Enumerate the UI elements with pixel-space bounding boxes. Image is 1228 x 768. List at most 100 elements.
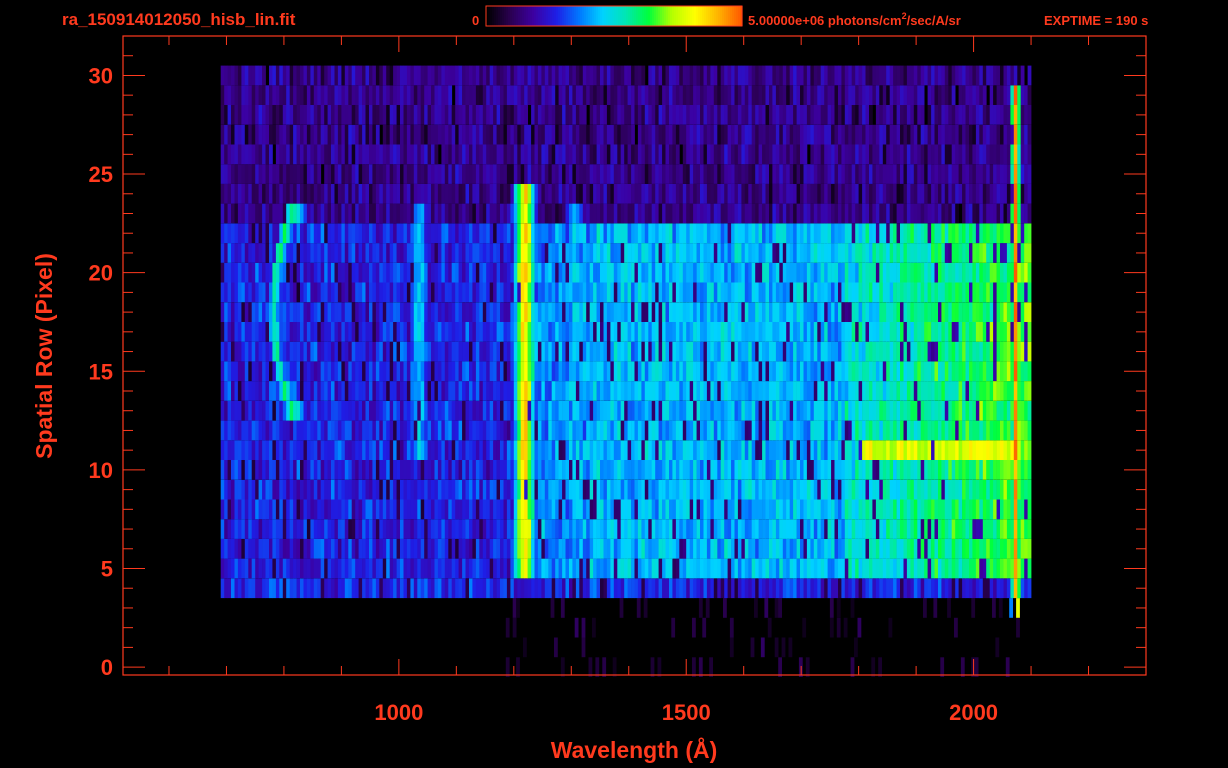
heatmap-cell	[558, 400, 563, 421]
heatmap-cell	[596, 519, 601, 539]
spectrum-figure: ra_150914012050_hisb_lin.fit 0 5.00000e+…	[31, 5, 1148, 763]
heatmap-cell	[834, 203, 839, 224]
heatmap-cell	[534, 282, 539, 303]
heatmap-cell	[755, 499, 759, 520]
heatmap-cell	[724, 460, 728, 480]
heatmap-cell	[1024, 223, 1028, 244]
heatmap-cell	[869, 400, 873, 421]
heatmap-cell	[872, 262, 877, 283]
heatmap-cell	[669, 203, 673, 224]
heatmap-cell	[1010, 420, 1015, 441]
heatmap-cell	[824, 420, 828, 441]
heatmap-cell	[893, 341, 897, 362]
heatmap-cell	[1020, 282, 1025, 303]
heatmap-cell	[434, 558, 439, 579]
heatmap-cell	[767, 617, 772, 638]
heatmap-cell	[375, 322, 380, 342]
heatmap-cell	[489, 519, 494, 539]
heatmap-cell	[444, 302, 449, 322]
heatmap-cell	[820, 223, 825, 244]
heatmap-cell	[427, 183, 432, 204]
heatmap-cell	[269, 282, 273, 303]
heatmap-cell	[406, 440, 411, 460]
heatmap-cell	[317, 460, 322, 480]
heatmap-cell	[813, 243, 818, 263]
heatmap-cell	[962, 499, 966, 520]
heatmap-cell	[596, 499, 601, 520]
heatmap-cell	[965, 341, 970, 362]
heatmap-cell	[1006, 341, 1011, 362]
heatmap-cell	[744, 322, 749, 342]
heatmap-cell	[344, 183, 349, 204]
heatmap-cell	[565, 341, 570, 362]
heatmap-cell	[544, 460, 549, 480]
heatmap-cell	[878, 657, 882, 677]
heatmap-cell	[324, 400, 328, 421]
exptime-label: EXPTIME = 190 s	[1044, 13, 1148, 28]
heatmap-cell	[817, 223, 822, 244]
heatmap-cell	[696, 420, 701, 441]
heatmap-cell	[872, 499, 877, 520]
heatmap-cell	[606, 203, 611, 224]
heatmap-cell	[337, 183, 342, 204]
heatmap-cell	[869, 578, 873, 599]
heatmap-cell	[579, 499, 584, 520]
heatmap-cell	[393, 223, 397, 244]
heatmap-cell	[386, 282, 390, 303]
heatmap-cell	[234, 341, 239, 362]
heatmap-cell	[886, 243, 890, 263]
heatmap-cell	[758, 499, 763, 520]
heatmap-cell	[396, 183, 401, 204]
heatmap-cell	[924, 578, 928, 599]
heatmap-cell	[386, 479, 390, 500]
heatmap-cell	[286, 302, 290, 322]
heatmap-cell	[724, 400, 728, 421]
heatmap-cell	[917, 282, 922, 303]
heatmap-cell	[503, 381, 508, 401]
heatmap-cell	[479, 203, 484, 224]
heatmap-cell	[603, 302, 608, 322]
heatmap-cell	[237, 183, 242, 204]
heatmap-cell	[775, 282, 780, 303]
heatmap-cell	[331, 578, 335, 599]
heatmap-cell	[524, 400, 528, 421]
heatmap-cell	[306, 262, 311, 283]
heatmap-cell	[444, 223, 449, 244]
heatmap-cell	[431, 302, 435, 322]
heatmap-cell	[962, 223, 966, 244]
heatmap-cell	[979, 499, 984, 520]
heatmap-cell	[231, 302, 235, 322]
heatmap-cell	[310, 262, 315, 283]
heatmap-cell	[679, 558, 684, 579]
heatmap-cell	[472, 322, 477, 342]
heatmap-cell	[620, 243, 625, 263]
heatmap-cell	[396, 400, 401, 421]
heatmap-cell	[617, 381, 622, 401]
heatmap-cell	[989, 400, 994, 421]
heatmap-cell	[703, 223, 708, 244]
heatmap-cell	[531, 381, 535, 401]
heatmap-cell	[458, 420, 463, 441]
heatmap-cell	[841, 538, 846, 559]
heatmap-cell	[606, 578, 611, 599]
heatmap-cell	[800, 538, 804, 559]
heatmap-cell	[700, 322, 704, 342]
heatmap-cell	[431, 262, 435, 283]
heatmap-cell	[796, 460, 801, 480]
heatmap-cell	[300, 341, 304, 362]
heatmap-cell	[734, 203, 739, 224]
heatmap-cell	[472, 183, 477, 204]
heatmap-cell	[824, 499, 828, 520]
heatmap-cell	[882, 558, 887, 579]
heatmap-cell	[658, 381, 663, 401]
heatmap-cell	[893, 282, 897, 303]
heatmap-cell	[462, 203, 466, 224]
heatmap-cell	[793, 420, 797, 441]
heatmap-cell	[513, 203, 518, 224]
heatmap-cell	[975, 223, 980, 244]
heatmap-cell	[989, 538, 994, 559]
heatmap-cell	[610, 558, 615, 579]
heatmap-cell	[475, 361, 480, 382]
heatmap-cell	[524, 203, 528, 224]
heatmap-cell	[620, 302, 625, 322]
